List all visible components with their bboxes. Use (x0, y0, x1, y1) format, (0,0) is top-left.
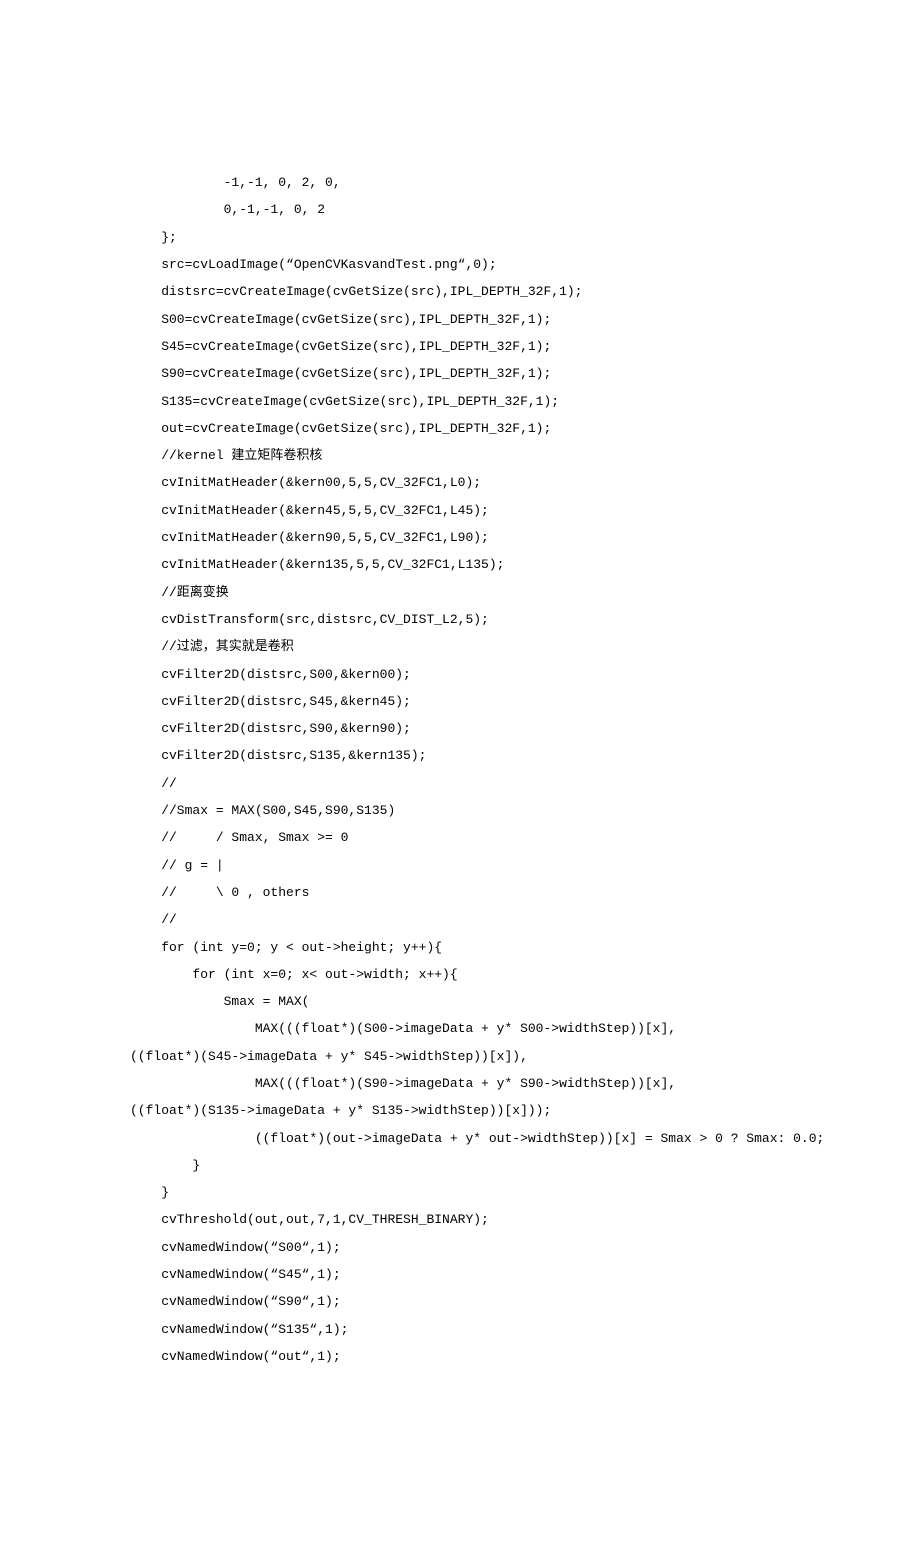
code-line: cvThreshold(out,out,7,1,CV_THRESH_BINARY… (130, 1206, 920, 1233)
code-line: cvFilter2D(distsrc,S00,&kern00); (130, 661, 920, 688)
code-line: ((float*)(S135->imageData + y* S135->wid… (130, 1097, 920, 1124)
code-line: cvInitMatHeader(&kern45,5,5,CV_32FC1,L45… (130, 497, 920, 524)
code-line: S45=cvCreateImage(cvGetSize(src),IPL_DEP… (130, 333, 920, 360)
code-line: out=cvCreateImage(cvGetSize(src),IPL_DEP… (130, 415, 920, 442)
code-line: cvInitMatHeader(&kern135,5,5,CV_32FC1,L1… (130, 551, 920, 578)
code-line: for (int x=0; x< out->width; x++){ (130, 961, 920, 988)
code-line: cvNamedWindow(“S00“,1); (130, 1234, 920, 1261)
code-line: cvFilter2D(distsrc,S90,&kern90); (130, 715, 920, 742)
code-line: src=cvLoadImage(“OpenCVKasvandTest.png“,… (130, 251, 920, 278)
code-line: cvNamedWindow(“out“,1); (130, 1343, 920, 1370)
code-line: // \ 0 , others (130, 879, 920, 906)
code-line: cvNamedWindow(“S135“,1); (130, 1316, 920, 1343)
code-line: // (130, 906, 920, 933)
code-line: cvNamedWindow(“S90“,1); (130, 1288, 920, 1315)
code-line: cvFilter2D(distsrc,S135,&kern135); (130, 742, 920, 769)
code-line: -1,-1, 0, 2, 0, (130, 169, 920, 196)
code-block: -1,-1, 0, 2, 0, 0,-1,-1, 0, 2 }; src=cvL… (130, 169, 920, 1370)
code-line: cvNamedWindow(“S45“,1); (130, 1261, 920, 1288)
code-line: //距离变换 (130, 579, 920, 606)
code-line: 0,-1,-1, 0, 2 (130, 196, 920, 223)
code-line: S135=cvCreateImage(cvGetSize(src),IPL_DE… (130, 388, 920, 415)
code-line: // (130, 770, 920, 797)
code-line: cvInitMatHeader(&kern00,5,5,CV_32FC1,L0)… (130, 469, 920, 496)
code-line: MAX(((float*)(S00->imageData + y* S00->w… (130, 1015, 920, 1042)
code-line: //kernel 建立矩阵卷积核 (130, 442, 920, 469)
code-line: for (int y=0; y < out->height; y++){ (130, 934, 920, 961)
code-line: ((float*)(out->imageData + y* out->width… (130, 1125, 920, 1152)
code-line: cvDistTransform(src,distsrc,CV_DIST_L2,5… (130, 606, 920, 633)
code-line: S90=cvCreateImage(cvGetSize(src),IPL_DEP… (130, 360, 920, 387)
code-line: }; (130, 224, 920, 251)
code-line: cvFilter2D(distsrc,S45,&kern45); (130, 688, 920, 715)
code-line: // / Smax, Smax >= 0 (130, 824, 920, 851)
code-line: S00=cvCreateImage(cvGetSize(src),IPL_DEP… (130, 306, 920, 333)
code-line: Smax = MAX( (130, 988, 920, 1015)
code-line: //过滤，其实就是卷积 (130, 633, 920, 660)
code-line: } (130, 1179, 920, 1206)
code-line: } (130, 1152, 920, 1179)
code-line: //Smax = MAX(S00,S45,S90,S135) (130, 797, 920, 824)
code-line: ((float*)(S45->imageData + y* S45->width… (130, 1043, 920, 1070)
code-line: MAX(((float*)(S90->imageData + y* S90->w… (130, 1070, 920, 1097)
code-line: cvInitMatHeader(&kern90,5,5,CV_32FC1,L90… (130, 524, 920, 551)
code-line: distsrc=cvCreateImage(cvGetSize(src),IPL… (130, 278, 920, 305)
code-line: // g = | (130, 852, 920, 879)
